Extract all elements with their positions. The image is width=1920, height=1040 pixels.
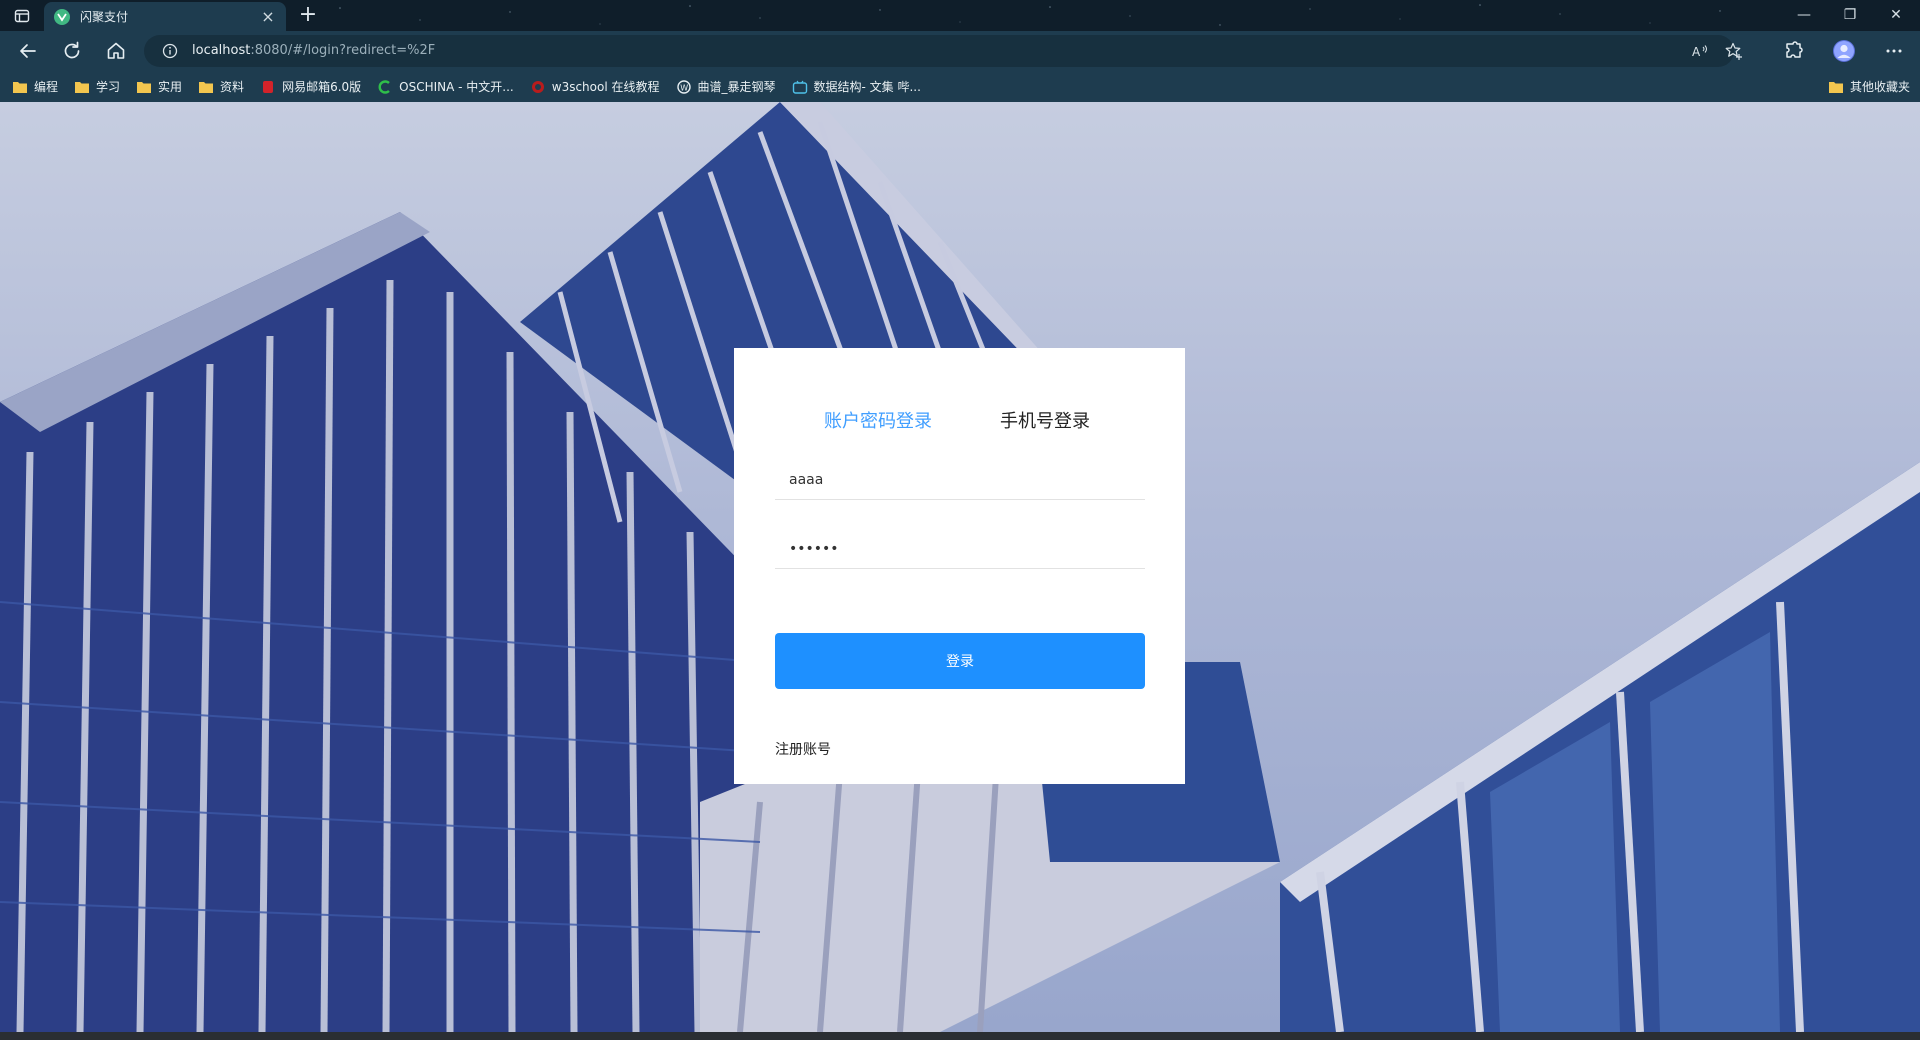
login-button[interactable]: 登录 xyxy=(775,633,1145,689)
bookmark-link[interactable]: 数据结构- 文集 哔... xyxy=(792,78,921,95)
w3school-icon xyxy=(531,80,544,93)
tab-phone-login[interactable]: 手机号登录 xyxy=(1000,410,1090,434)
url-host: localhost xyxy=(192,43,251,58)
extensions-icon[interactable] xyxy=(1782,39,1806,63)
bookmark-folder[interactable]: 编程 xyxy=(12,78,58,95)
close-window-button[interactable]: ✕ xyxy=(1876,4,1916,26)
new-tab-button[interactable]: + xyxy=(296,3,320,27)
bookmark-label: w3school 在线教程 xyxy=(551,80,660,94)
bookmark-label: 实用 xyxy=(158,80,183,94)
url-text: localhost:8080/#/login?redirect=%2F xyxy=(192,43,435,58)
bilibili-icon xyxy=(792,80,807,94)
info-icon[interactable] xyxy=(162,43,178,59)
tab-strip: 闪聚支付 × + — ❐ ✕ xyxy=(0,0,1920,31)
bookmark-label: 编程 xyxy=(34,80,59,94)
username-input[interactable] xyxy=(775,460,1145,499)
window-bottom-edge xyxy=(0,1032,1920,1040)
vue-favicon-icon xyxy=(54,8,70,25)
bookmark-label: 数据结构- 文集 哔... xyxy=(813,80,921,94)
url-path: :8080/#/login?redirect=%2F xyxy=(250,43,436,58)
login-card: 账户密码登录 手机号登录 登录 注册账号 xyxy=(734,348,1185,784)
wordpress-icon: W xyxy=(676,79,691,94)
folder-icon xyxy=(1828,81,1843,93)
bookmark-label: 学习 xyxy=(96,80,121,94)
more-icon[interactable] xyxy=(1882,39,1906,63)
browser-toolbar: localhost:8080/#/login?redirect=%2F A xyxy=(0,31,1920,71)
folder-icon xyxy=(199,81,214,93)
register-link[interactable]: 注册账号 xyxy=(775,739,831,759)
svg-text:W: W xyxy=(680,83,688,92)
workspaces-icon[interactable] xyxy=(14,8,30,24)
bookmark-folder[interactable]: 资料 xyxy=(198,78,244,95)
refresh-icon[interactable] xyxy=(60,39,84,63)
bookmark-label: OSCHINA - 中文开... xyxy=(399,80,514,94)
address-bar[interactable]: localhost:8080/#/login?redirect=%2F A xyxy=(144,35,1742,67)
other-favorites-folder[interactable]: 其他收藏夹 xyxy=(1828,78,1910,95)
profile-icon[interactable] xyxy=(1832,39,1856,63)
favorites-bar: 编程 学习 实用 资料 网易邮箱6.0版 OSCHINA - 中文开... w3… xyxy=(0,71,1920,102)
home-icon[interactable] xyxy=(104,39,128,63)
other-favorites-label: 其他收藏夹 xyxy=(1849,80,1910,94)
folder-icon xyxy=(137,81,152,93)
folder-icon xyxy=(75,81,90,93)
tab-title: 闪聚支付 xyxy=(80,10,129,24)
favorite-add-icon[interactable] xyxy=(1724,41,1744,61)
username-field-wrapper xyxy=(775,460,1145,500)
folder-icon xyxy=(13,81,27,93)
tabbar-background xyxy=(339,4,1721,26)
password-field-wrapper xyxy=(775,529,1145,569)
minimize-button[interactable]: — xyxy=(1784,4,1824,26)
tab-account-login[interactable]: 账户密码登录 xyxy=(824,410,932,434)
bookmark-link[interactable]: W 曲谱_暴走钢琴 xyxy=(676,78,776,95)
restore-button[interactable]: ❐ xyxy=(1830,4,1870,26)
bookmark-link[interactable]: 网易邮箱6.0版 xyxy=(260,78,361,95)
password-input[interactable] xyxy=(775,529,1145,568)
tab-close-icon[interactable]: × xyxy=(260,8,276,25)
page-viewport: 账户密码登录 手机号登录 登录 注册账号 xyxy=(0,102,1920,1032)
bookmark-link[interactable]: w3school 在线教程 xyxy=(530,78,660,95)
read-aloud-icon[interactable]: A xyxy=(1690,41,1710,61)
bookmark-label: 曲谱_暴走钢琴 xyxy=(697,80,776,94)
bookmark-link[interactable]: OSCHINA - 中文开... xyxy=(377,78,514,95)
netease-mail-icon xyxy=(263,80,274,93)
bookmark-folder[interactable]: 学习 xyxy=(74,78,120,95)
browser-tab[interactable]: 闪聚支付 × xyxy=(44,2,286,31)
bookmark-folder[interactable]: 实用 xyxy=(136,78,182,95)
back-icon[interactable] xyxy=(16,39,40,63)
bookmark-label: 网易邮箱6.0版 xyxy=(282,80,362,94)
oschina-icon xyxy=(378,79,390,94)
login-method-tabs: 账户密码登录 手机号登录 xyxy=(734,410,1185,440)
bookmark-label: 资料 xyxy=(220,80,245,94)
svg-text:A: A xyxy=(1692,45,1701,59)
